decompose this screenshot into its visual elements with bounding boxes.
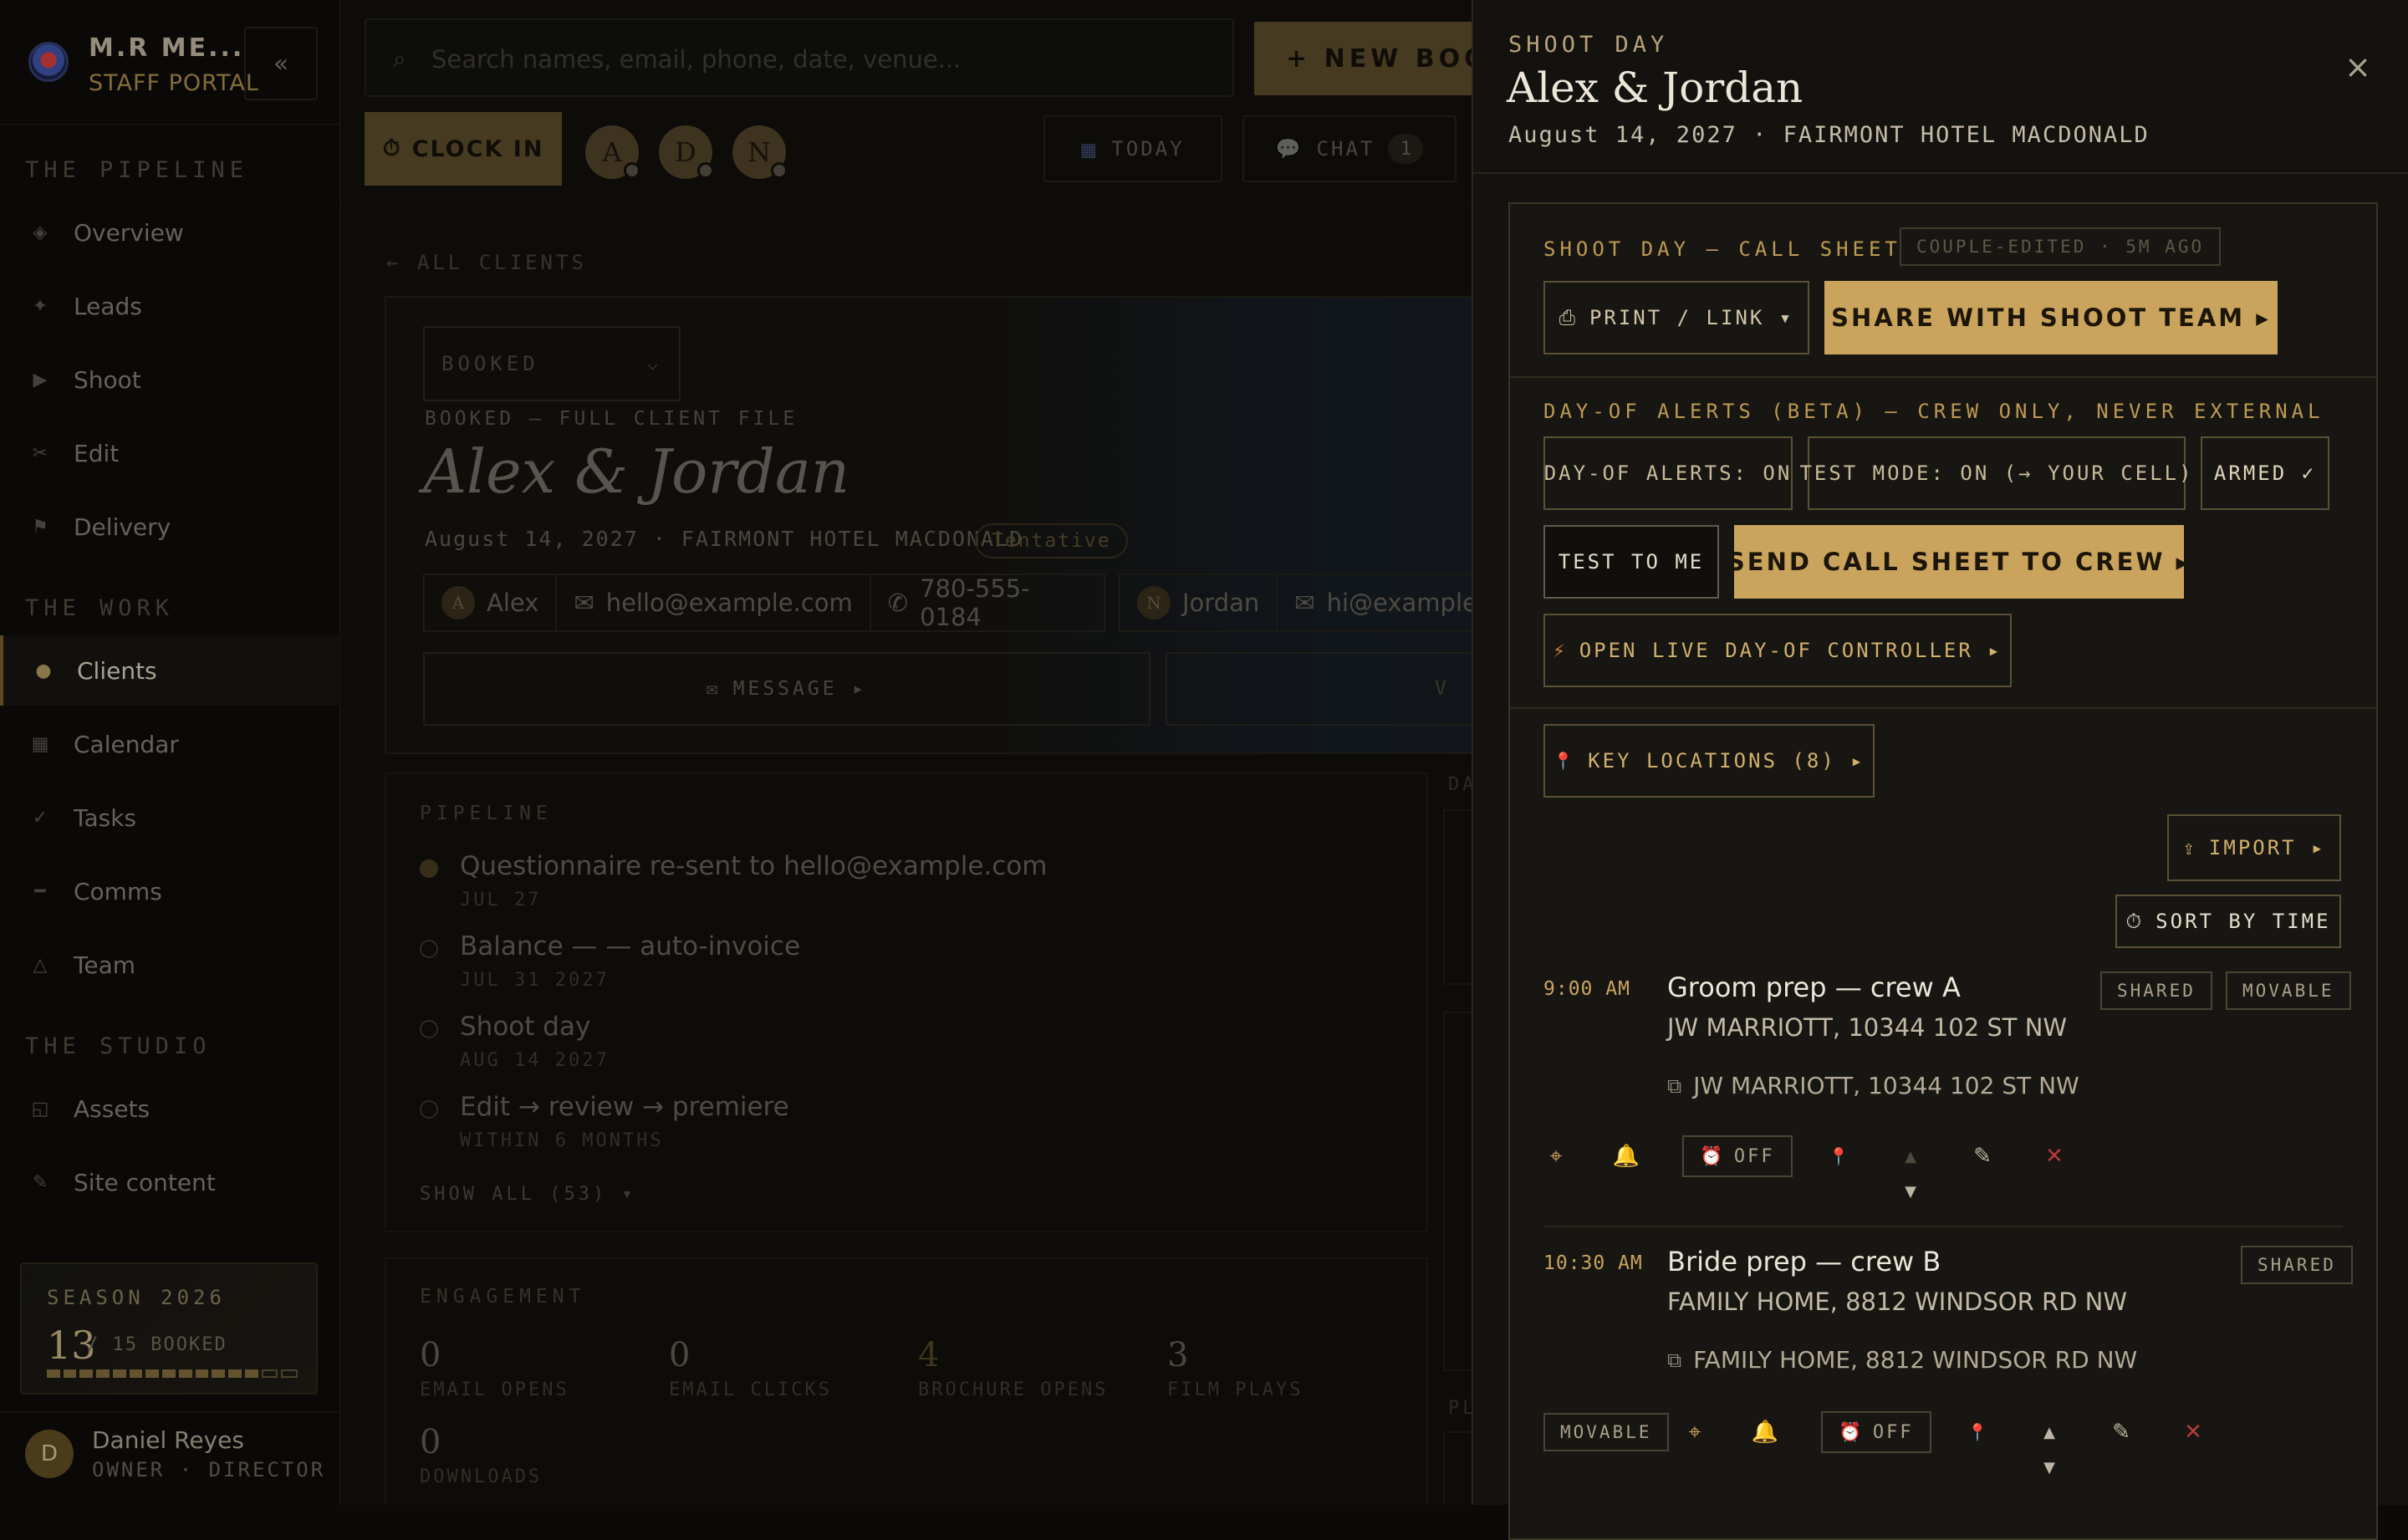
event-linked-text: FAMILY HOME, 8812 WINDSOR RD NW	[1693, 1346, 2138, 1374]
bell-icon[interactable]: 🔔	[1746, 1413, 1784, 1451]
alarm-icon: ⏰	[1700, 1145, 1726, 1167]
printer-icon: ⎙	[1559, 306, 1578, 329]
share-with-shoot-team-button[interactable]: SHARE WITH SHOOT TEAM ▸	[1824, 281, 2278, 354]
pin-icon[interactable]: 📍	[1819, 1137, 1858, 1175]
movable-badge[interactable]: MOVABLE	[1543, 1413, 1669, 1451]
drawer-subtitle: August 14, 2027 · FAIRMONT HOTEL MACDONA…	[1508, 122, 2150, 148]
table-row[interactable]: 9:00 AM Groom prep — crew A JW MARRIOTT,…	[1543, 971, 2351, 1189]
link-icon: ⧉	[1667, 1348, 1682, 1372]
delete-icon[interactable]: ✕	[2174, 1413, 2212, 1451]
key-locations-label: KEY LOCATIONS (8) ▸	[1588, 749, 1865, 773]
move-down-icon[interactable]: ▼	[2030, 1448, 2069, 1486]
event-time: 9:00 AM	[1543, 978, 1630, 1000]
link-icon: ⧉	[1667, 1073, 1682, 1098]
drawer-title: Alex & Jordan	[1507, 64, 1803, 112]
call-sheet-heading: SHOOT DAY — CALL SHEET	[1543, 237, 1901, 261]
call-sheet-card: SHOOT DAY — CALL SHEET COUPLE-EDITED · 5…	[1508, 202, 2378, 1540]
send-call-sheet-button[interactable]: SEND CALL SHEET TO CREW ▸	[1727, 525, 2188, 599]
event-name: Groom prep — crew A	[1667, 971, 1961, 1003]
event-time: 10:30 AM	[1543, 1252, 1643, 1274]
pin-icon[interactable]: 📍	[1958, 1413, 1997, 1451]
upload-icon: ⇪	[2182, 836, 2197, 859]
alarm-icon: ⏰	[1839, 1421, 1865, 1443]
bolt-icon: ⚡	[1553, 639, 1568, 662]
target-icon[interactable]: ⌖	[1537, 1137, 1575, 1175]
event-address: FAMILY HOME, 8812 WINDSOR RD NW	[1667, 1288, 2128, 1316]
event-linked-text: JW MARRIOTT, 10344 102 ST NW	[1693, 1072, 2079, 1099]
target-icon[interactable]: ⌖	[1676, 1413, 1714, 1451]
shared-badge[interactable]: SHARED	[2100, 971, 2212, 1010]
row-divider	[1543, 1226, 2343, 1227]
day-of-alerts-toggle[interactable]: DAY-OF ALERTS: ON	[1543, 436, 1793, 510]
open-live-controller-button[interactable]: ⚡ OPEN LIVE DAY-OF CONTROLLER ▸	[1543, 614, 2012, 687]
alarm-state: OFF	[1872, 1421, 1914, 1443]
move-up-icon[interactable]: ▲	[1891, 1137, 1930, 1175]
event-linked-location[interactable]: ⧉ FAMILY HOME, 8812 WINDSOR RD NW	[1667, 1346, 2137, 1374]
alarm-off-button[interactable]: ⏰ OFF	[1821, 1411, 1931, 1453]
event-address: JW MARRIOTT, 10344 102 ST NW	[1667, 1013, 2068, 1042]
armed-status-button[interactable]: ARMED ✓	[2201, 436, 2329, 510]
import-button[interactable]: ⇪ IMPORT ▸	[2167, 814, 2341, 881]
alarm-off-button[interactable]: ⏰ OFF	[1682, 1135, 1793, 1177]
key-locations-button[interactable]: 📍 KEY LOCATIONS (8) ▸	[1543, 724, 1875, 798]
shared-badge[interactable]: SHARED	[2241, 1246, 2353, 1284]
alarm-state: OFF	[1733, 1145, 1775, 1167]
movable-badge[interactable]: MOVABLE	[2226, 971, 2351, 1010]
test-mode-toggle[interactable]: TEST MODE: ON (→ YOUR CELL)	[1799, 436, 2191, 510]
drawer-kicker: SHOOT DAY	[1508, 32, 1669, 58]
close-icon[interactable]: ×	[2334, 43, 2381, 90]
print-link-button[interactable]: ⎙ PRINT / LINK ▾	[1543, 281, 1809, 354]
event-linked-location[interactable]: ⧉ JW MARRIOTT, 10344 102 ST NW	[1667, 1072, 2079, 1099]
edit-icon[interactable]: ✎	[2102, 1413, 2140, 1451]
card-divider	[1510, 376, 2376, 378]
move-down-icon[interactable]: ▼	[1891, 1172, 1930, 1211]
pin-icon: 📍	[1553, 751, 1577, 771]
stopwatch-icon: ⏱	[2125, 910, 2145, 933]
bell-icon[interactable]: 🔔	[1607, 1137, 1645, 1175]
event-name: Bride prep — crew B	[1667, 1246, 1941, 1277]
card-divider	[1510, 707, 2376, 709]
couple-edited-badge: COUPLE-EDITED · 5M AGO	[1900, 227, 2222, 266]
open-live-controller-label: OPEN LIVE DAY-OF CONTROLLER ▸	[1579, 639, 2002, 662]
sort-by-time-button[interactable]: ⏱ SORT BY TIME	[2115, 895, 2341, 948]
drawer-divider	[1473, 172, 2408, 174]
test-to-me-button[interactable]: TEST TO ME	[1543, 525, 1719, 599]
delete-icon[interactable]: ✕	[2035, 1137, 2074, 1175]
shoot-day-drawer: SHOOT DAY Alex & Jordan August 14, 2027 …	[1472, 0, 2408, 1540]
day-of-alerts-heading: DAY-OF ALERTS (BETA) — CREW ONLY, NEVER …	[1543, 400, 2324, 423]
import-label: IMPORT ▸	[2208, 836, 2326, 859]
edit-icon[interactable]: ✎	[1963, 1137, 2002, 1175]
sort-by-time-label: SORT BY TIME	[2155, 910, 2331, 933]
move-up-icon[interactable]: ▲	[2030, 1413, 2069, 1451]
print-link-label: PRINT / LINK ▾	[1589, 306, 1794, 329]
modal-backdrop[interactable]	[0, 0, 1472, 1505]
app-root: M.R ME... STAFF PORTAL « THE PIPELINE ◈ O…	[0, 0, 2408, 1540]
